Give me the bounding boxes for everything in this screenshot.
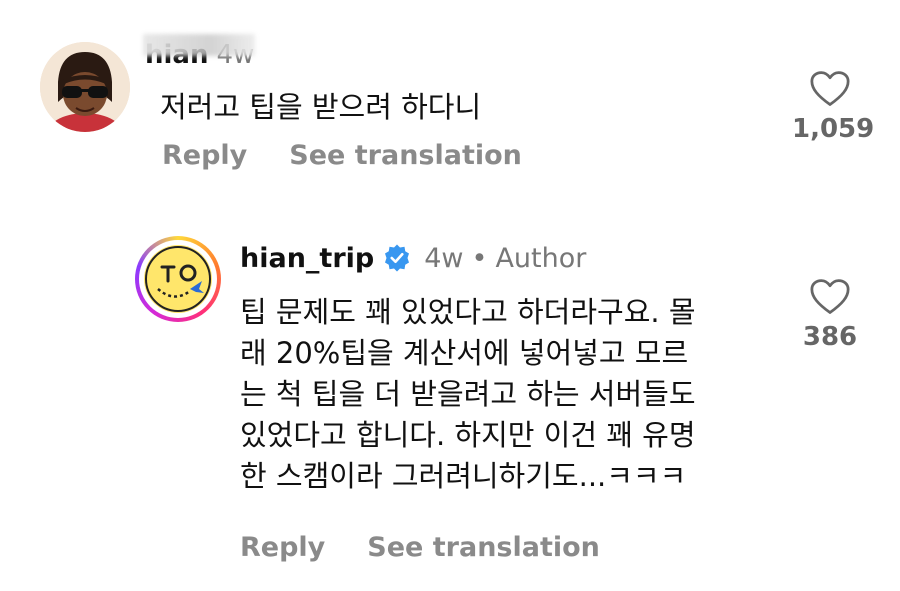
avatar[interactable] — [40, 42, 130, 132]
smiley-plane-logo-icon — [145, 246, 211, 312]
redaction-blur — [143, 34, 255, 56]
comment-text-line: 팁 문제도 꽤 있었다고 하더라구요. 몰 — [240, 295, 696, 329]
comment-header: hian 4w — [143, 34, 255, 70]
see-translation-button[interactable]: See translation — [289, 140, 522, 171]
reply-button[interactable]: Reply — [162, 140, 247, 171]
timestamp: 4w — [424, 242, 464, 274]
like-control: 386 — [792, 278, 868, 352]
comment-text: 팁 문제도 꽤 있었다고 하더라구요. 몰 래 20%팁을 계산서에 넣어넣고 … — [240, 292, 760, 497]
comment-actions: Reply See translation — [240, 532, 600, 563]
heart-outline-icon[interactable] — [809, 70, 851, 108]
comment-text-line: 는 척 팁을 더 받을려고 하는 서버들도 — [240, 377, 696, 411]
comment-header: hian_trip 4w • Author — [240, 240, 586, 276]
username-link[interactable]: hian — [143, 34, 255, 70]
avatar[interactable] — [135, 236, 221, 322]
avatar-image — [144, 245, 212, 313]
like-control: 1,059 — [792, 70, 875, 144]
username-link[interactable]: hian_trip — [240, 243, 374, 274]
comment-text: 저러고 팁을 받으려 하다니 — [160, 90, 482, 124]
like-count: 1,059 — [792, 114, 875, 144]
verified-badge-icon — [385, 244, 410, 272]
see-translation-button[interactable]: See translation — [367, 532, 600, 563]
reply-button[interactable]: Reply — [240, 532, 325, 563]
heart-outline-icon[interactable] — [809, 278, 851, 316]
author-badge: Author — [495, 242, 587, 274]
user-avatar-image — [40, 42, 130, 132]
comment-text-line: 있었다고 합니다. 하지만 이건 꽤 유명 — [240, 418, 696, 452]
comment-actions: Reply See translation — [162, 140, 522, 171]
like-count: 386 — [802, 322, 858, 352]
comment-text-line: 래 20%팁을 계산서에 넣어넣고 모르 — [240, 336, 689, 370]
separator-dot: • — [471, 242, 488, 274]
comment-text-line: 한 스캠이라 그러려니하기도...ㅋㅋㅋ — [240, 459, 687, 493]
